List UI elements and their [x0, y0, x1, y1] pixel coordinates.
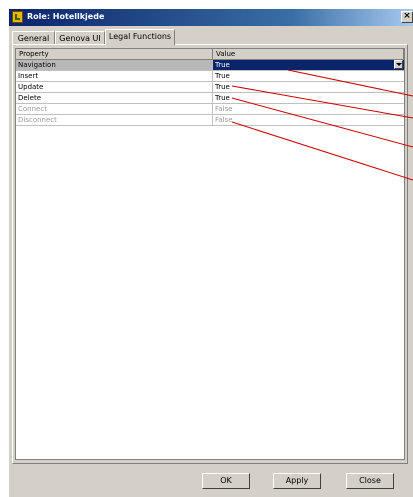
property-name: Update [16, 82, 213, 92]
property-row-update[interactable]: Update True [16, 82, 404, 93]
property-row-delete[interactable]: Delete True [16, 93, 404, 104]
property-grid: Property Value Navigation True Insert Tr… [15, 48, 405, 460]
tab-general[interactable]: General [12, 31, 55, 45]
tab-genova-ui[interactable]: Genova UI [55, 31, 105, 45]
column-header-property[interactable]: Property [16, 49, 213, 60]
property-name: Insert [16, 71, 213, 81]
property-row-disconnect: Disconnect False [16, 115, 404, 126]
property-value[interactable]: True [213, 82, 404, 92]
property-name: Connect [16, 104, 213, 114]
window-title: Role: Hotellkjede [27, 12, 105, 21]
tab-legal-functions[interactable]: Legal Functions [105, 29, 175, 46]
property-row-connect: Connect False [16, 104, 404, 115]
property-row-navigation[interactable]: Navigation True [16, 60, 404, 71]
close-button[interactable]: Close [346, 473, 394, 489]
ok-button[interactable]: OK [202, 473, 250, 489]
property-name: Delete [16, 93, 213, 103]
apply-button[interactable]: Apply [273, 473, 321, 489]
value-dropdown[interactable]: True [213, 60, 404, 70]
column-header-value[interactable]: Value [213, 49, 404, 60]
app-icon [12, 11, 23, 23]
property-name: Navigation [16, 60, 213, 70]
property-value: False [215, 116, 233, 124]
dialog-body: General Genova UI Legal Functions Proper… [9, 26, 413, 497]
close-window-button[interactable]: × [401, 11, 413, 23]
legal-functions-panel: Property Value Navigation True Insert Tr… [12, 44, 408, 464]
property-value: False [215, 105, 233, 113]
property-name: Disconnect [16, 115, 213, 125]
role-dialog-window: Role: Hotellkjede × General Genova UI Le… [0, 0, 413, 497]
property-value[interactable]: True [213, 71, 404, 81]
property-row-insert[interactable]: Insert True [16, 71, 404, 82]
title-bar[interactable]: Role: Hotellkjede × [9, 9, 413, 26]
chevron-down-icon[interactable] [394, 60, 403, 69]
value-text: True [215, 61, 230, 69]
property-value[interactable]: True [213, 93, 404, 103]
